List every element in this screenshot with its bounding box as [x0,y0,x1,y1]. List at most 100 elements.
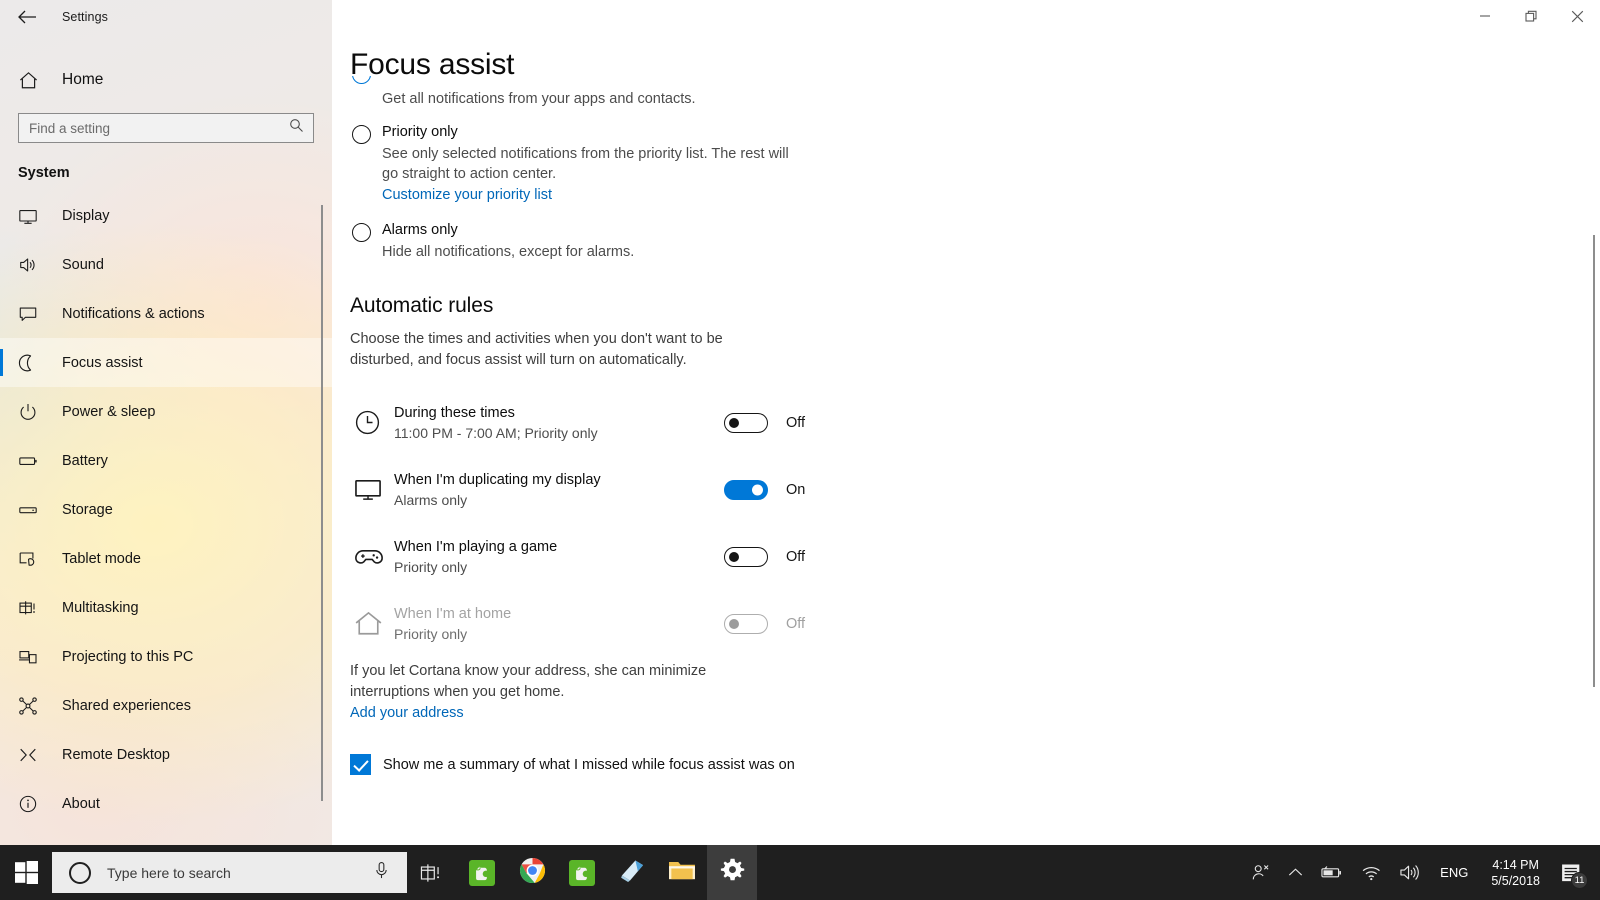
summary-checkbox-label: Show me a summary of what I missed while… [383,756,795,773]
sidebar-item-label: Notifications & actions [62,305,205,322]
taskbar-app-settings[interactable] [707,845,757,900]
gamepad-icon [350,545,394,569]
sidebar-item-sound[interactable]: Sound [0,240,332,289]
search-box[interactable] [18,113,314,143]
sidebar-item-focus-assist[interactable]: Focus assist [0,338,332,387]
summary-checkbox-row[interactable]: Show me a summary of what I missed while… [350,754,1600,775]
radio-indicator [352,76,371,84]
sidebar-item-multitasking[interactable]: Multitasking [0,583,332,632]
sidebar-item-remote-desktop[interactable]: Remote Desktop [0,730,332,779]
folder-icon [668,858,696,887]
sidebar-item-about[interactable]: About [0,779,332,828]
taskbar-app-google-chrome[interactable] [507,845,557,900]
rule-toggle[interactable] [724,479,768,500]
wifi-icon[interactable] [1352,845,1390,900]
restore-button[interactable] [1508,0,1554,32]
close-button[interactable] [1554,0,1600,32]
sidebar-item-display[interactable]: Display [0,191,332,240]
task-view-icon [420,863,440,882]
rule-toggle-cell: Off [724,412,805,433]
taskbar-app-evernote-2[interactable] [557,845,607,900]
sidebar-item-notifications-actions[interactable]: Notifications & actions [0,289,332,338]
app-title: Settings [62,10,108,24]
minimize-button[interactable] [1462,0,1508,32]
evernote-icon [569,859,595,886]
sidebar-item-power-sleep[interactable]: Power & sleep [0,387,332,436]
search-input[interactable] [19,120,313,136]
focus-mode-alarms-only-radio[interactable]: Alarms only Hide all notifications, exce… [350,220,1600,263]
back-button[interactable] [4,1,50,33]
sidebar-nav: Display Sound Notifications & actions Fo… [0,187,332,828]
people-icon[interactable] [1242,845,1279,900]
taskbar-app-file-explorer[interactable] [657,845,707,900]
focus-mode-priority-only-radio[interactable]: Priority only See only selected notifica… [350,122,1600,206]
rule-toggle[interactable] [724,412,768,433]
settings-window: Settings Home Syste [0,0,1600,900]
chevron-up-icon[interactable] [1279,845,1312,900]
moon-icon [18,353,48,373]
sidebar-item-label: Focus assist [62,354,143,371]
cortana-address-note: If you let Cortana know your address, sh… [350,663,707,700]
taskbar-search-box[interactable]: Type here to search [52,852,407,893]
focus-mode-off-radio[interactable] [350,76,1600,86]
sidebar-item-label: Sound [62,256,104,273]
content-scrollbar[interactable] [1593,235,1595,687]
add-your-address-link[interactable]: Add your address [350,703,464,724]
main-content: Focus assist Get all notifications from … [332,0,1600,845]
page-title: Focus assist [350,48,515,81]
language-indicator[interactable]: ENG [1429,865,1479,880]
taskbar-app-sticky-notes[interactable] [607,845,657,900]
rule-subtitle: Priority only [394,558,468,575]
monitor-icon [350,476,394,503]
sidebar-item-tablet-mode[interactable]: Tablet mode [0,534,332,583]
taskbar-app-icons [407,845,757,900]
rule-row-playing-a-game[interactable]: When I'm playing a game Priority only Of… [350,523,1600,590]
rule-row-during-these-times[interactable]: During these times 11:00 PM - 7:00 AM; P… [350,389,1600,456]
volume-icon[interactable] [1390,845,1429,900]
action-center-button[interactable]: 11 [1552,845,1594,900]
power-icon [18,402,48,422]
rule-subtitle: Alarms only [394,491,468,508]
rule-subtitle: Priority only [394,625,468,642]
rule-subtitle: 11:00 PM - 7:00 AM; Priority only [394,424,598,441]
chat-bubble-icon [18,304,48,324]
drive-icon [18,500,48,520]
customize-priority-list-link[interactable]: Customize your priority list [382,185,552,206]
rule-title: During these times [394,404,515,421]
window-controls [1462,0,1600,32]
rule-toggle-cell: On [724,479,805,500]
house-icon [350,610,394,638]
settings-content: Get all notifications from your apps and… [332,76,1600,775]
tablet-icon [18,549,48,569]
sidebar-item-projecting-to-this-pc[interactable]: Projecting to this PC [0,632,332,681]
multitasking-icon [18,598,48,618]
rule-toggle[interactable] [724,546,768,567]
rule-row-at-home[interactable]: When I'm at home Priority only Off [350,590,1600,657]
radio-indicator [352,222,371,242]
minimize-icon [1480,15,1490,17]
close-icon [1571,10,1583,22]
start-button[interactable] [0,845,52,900]
window-titlebar-left: Settings [0,0,332,34]
rule-toggle-cell: Off [724,613,805,634]
back-arrow-icon [18,10,36,24]
taskbar-app-evernote[interactable] [457,845,507,900]
sidebar-scrollbar[interactable] [321,205,323,801]
clock[interactable]: 4:14 PM 5/5/2018 [1479,857,1552,889]
share-nodes-icon [18,696,48,716]
battery-charging-icon[interactable] [1312,845,1352,900]
sidebar-item-label: Battery [62,452,108,469]
windows-logo-icon [14,861,38,884]
sidebar-item-shared-experiences[interactable]: Shared experiences [0,681,332,730]
sidebar: Settings Home Syste [0,0,332,845]
sidebar-item-storage[interactable]: Storage [0,485,332,534]
microphone-icon[interactable] [374,861,389,884]
evernote-icon [469,859,495,886]
sidebar-item-battery[interactable]: Battery [0,436,332,485]
focus-mode-radio-group: Get all notifications from your apps and… [350,76,1600,262]
rule-row-duplicating-display[interactable]: When I'm duplicating my display Alarms o… [350,456,1600,523]
automatic-rules-list: During these times 11:00 PM - 7:00 AM; P… [350,389,1600,657]
taskbar-app-task-view[interactable] [407,845,457,900]
sidebar-item-home[interactable]: Home [0,59,332,101]
summary-checkbox[interactable] [350,754,371,775]
